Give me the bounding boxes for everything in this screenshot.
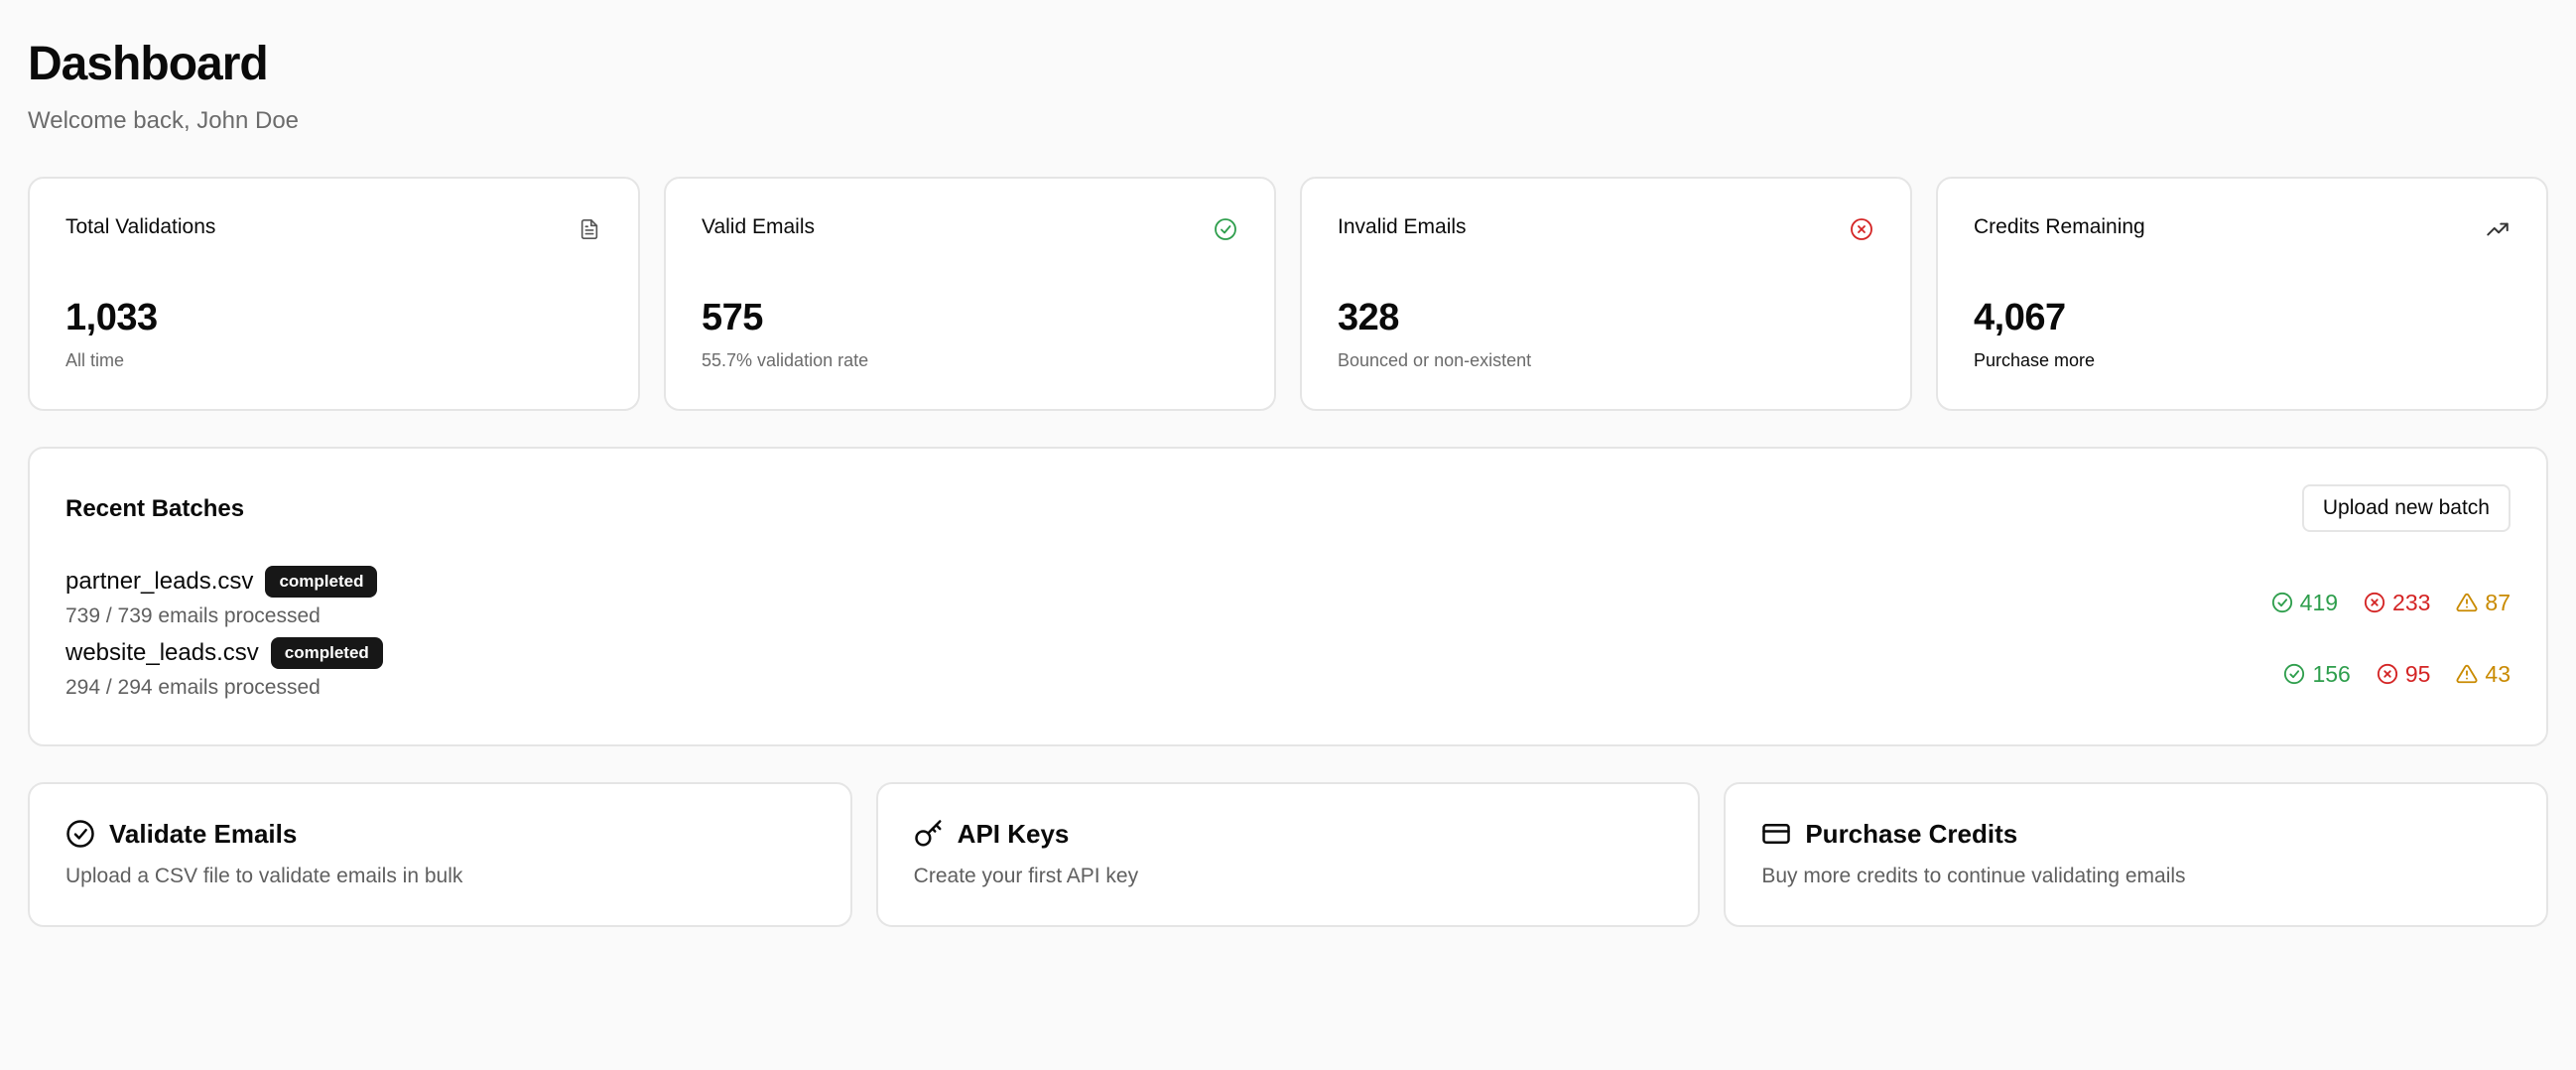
x-circle-icon: [2364, 592, 2385, 613]
x-circle-icon: [1849, 216, 1874, 242]
batch-row[interactable]: website_leads.csv completed 294 / 294 em…: [65, 637, 2511, 709]
batch-row[interactable]: partner_leads.csv completed 739 / 739 em…: [65, 566, 2511, 637]
status-badge: completed: [265, 566, 378, 598]
valid-count-value: 419: [2299, 590, 2339, 615]
action-description: Upload a CSV file to validate emails in …: [65, 865, 463, 887]
invalid-count: 233: [2364, 590, 2430, 615]
recent-batches-title: Recent Batches: [65, 495, 245, 522]
stat-title: Total Validations: [65, 215, 216, 238]
stat-value: 328: [1338, 297, 1399, 338]
invalid-count-value: 233: [2392, 590, 2431, 615]
batch-name: partner_leads.csv: [65, 568, 254, 595]
purchase-more-link[interactable]: Purchase more: [1974, 349, 2511, 371]
stat-card-valid-emails: Valid Emails 575 55.7% validation rate: [664, 177, 1276, 411]
stat-value: 575: [702, 297, 763, 338]
document-icon: [577, 216, 602, 242]
validate-emails-card[interactable]: Validate Emails Upload a CSV file to val…: [28, 782, 852, 927]
recent-batches-card: Recent Batches Upload new batch partner_…: [28, 447, 2548, 746]
page-title: Dashboard: [28, 38, 269, 90]
stat-card-total-validations: Total Validations 1,033 All time: [28, 177, 640, 411]
batch-name: website_leads.csv: [65, 639, 259, 666]
warning-icon: [2456, 664, 2478, 684]
stat-sub: 55.7% validation rate: [702, 350, 869, 370]
risky-count-value: 43: [2485, 661, 2511, 687]
credit-card-icon: [1762, 824, 1791, 844]
batch-progress: 294 / 294 emails processed: [65, 676, 321, 699]
action-title: Purchase Credits: [1805, 819, 2018, 849]
check-circle-icon: [2284, 663, 2305, 685]
batch-counts: 419 233 87: [2271, 590, 2511, 615]
trending-up-icon: [2485, 216, 2511, 242]
stat-title: Credits Remaining: [1974, 215, 2145, 238]
risky-count: 87: [2456, 590, 2511, 615]
stat-value: 1,033: [65, 297, 158, 338]
purchase-credits-card[interactable]: Purchase Credits Buy more credits to con…: [1724, 782, 2549, 927]
action-title: API Keys: [957, 819, 1070, 849]
stat-card-invalid-emails: Invalid Emails 328 Bounced or non-existe…: [1300, 177, 1912, 411]
stats-row: Total Validations 1,033 All time Valid E…: [28, 177, 2548, 411]
check-circle-icon: [2271, 592, 2292, 613]
stat-sub: Bounced or non-existent: [1338, 350, 1532, 370]
quick-actions-row: Validate Emails Upload a CSV file to val…: [28, 782, 2549, 927]
risky-count-value: 87: [2485, 590, 2511, 615]
batch-progress: 739 / 739 emails processed: [65, 604, 321, 627]
status-badge: completed: [270, 637, 383, 669]
warning-icon: [2456, 593, 2478, 612]
stat-value: 4,067: [1974, 297, 2066, 338]
stat-sub: All time: [65, 350, 125, 370]
batch-counts: 156 95 43: [2283, 661, 2511, 687]
x-circle-icon: [2377, 663, 2397, 685]
valid-count: 419: [2271, 590, 2338, 615]
page-subtitle: Welcome back, John Doe: [28, 107, 300, 134]
action-title: Validate Emails: [109, 819, 298, 849]
api-keys-card[interactable]: API Keys Create your first API key: [875, 782, 1701, 927]
dashboard-page: Dashboard Welcome back, John Doe Total V…: [0, 0, 2576, 1070]
invalid-count-value: 95: [2404, 661, 2431, 687]
stat-card-credits-remaining: Credits Remaining 4,067 Purchase more: [1936, 177, 2548, 411]
risky-count: 43: [2456, 661, 2511, 687]
key-icon: [914, 820, 942, 847]
stat-title: Invalid Emails: [1338, 215, 1467, 238]
valid-count-value: 156: [2312, 661, 2351, 687]
stat-title: Valid Emails: [702, 215, 815, 238]
check-circle-icon: [1213, 216, 1238, 242]
action-description: Buy more credits to continue validating …: [1761, 865, 2186, 887]
valid-count: 156: [2283, 661, 2351, 687]
invalid-count: 95: [2377, 661, 2431, 687]
check-circle-icon: [66, 820, 94, 848]
action-description: Create your first API key: [913, 865, 1139, 887]
upload-new-batch-button[interactable]: Upload new batch: [2301, 484, 2511, 532]
